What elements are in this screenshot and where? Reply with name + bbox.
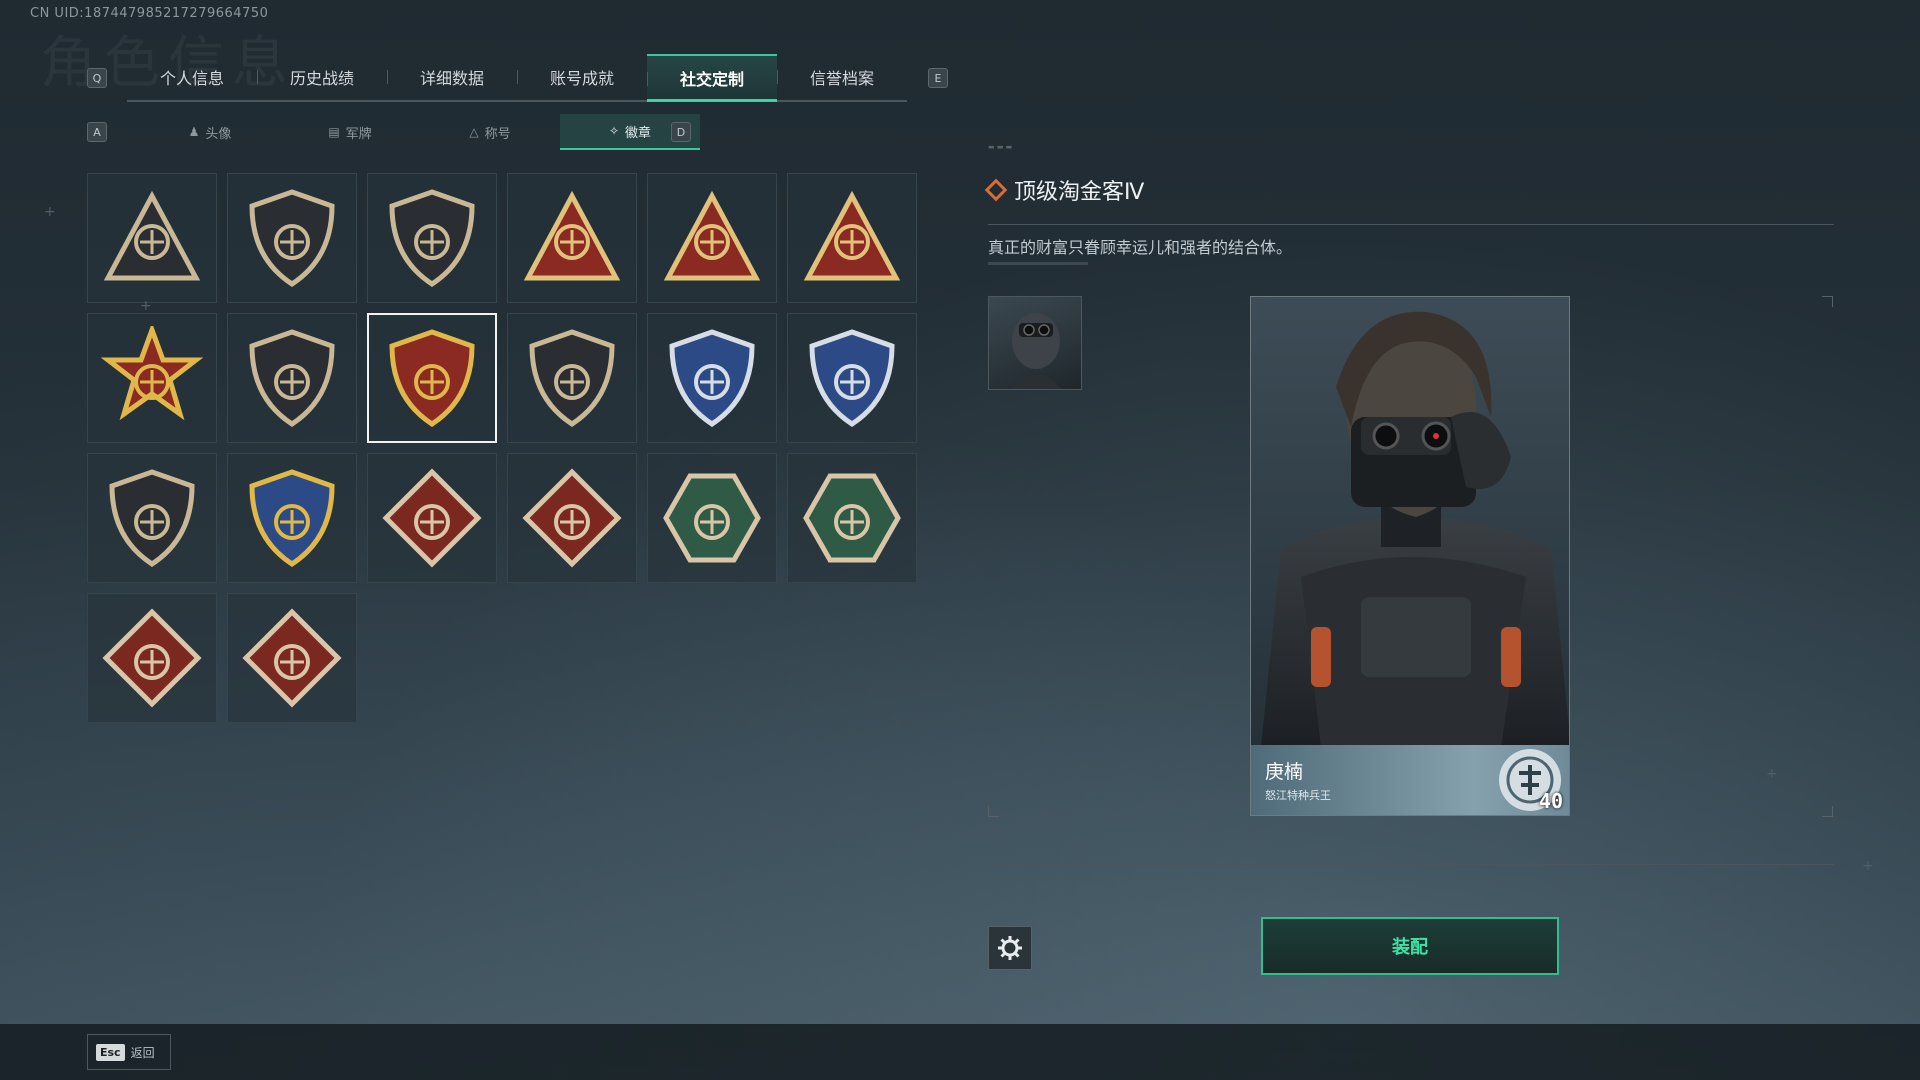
crosshair-deco-icon: +: [44, 204, 56, 220]
badge-slot[interactable]: [647, 313, 777, 443]
subtab-dogtag[interactable]: ▤ 军牌: [280, 114, 420, 150]
badge-slot[interactable]: [87, 453, 217, 583]
triangle-tower-icon: [803, 190, 901, 281]
equip-button[interactable]: 装配: [1261, 917, 1559, 975]
corner-bracket: [988, 806, 999, 817]
badge-slot[interactable]: [367, 313, 497, 443]
figure-hexagon-icon: [803, 473, 901, 563]
badge-slot[interactable]: [227, 313, 357, 443]
tab-achievements[interactable]: 账号成就: [517, 54, 647, 100]
badge-title-text: 顶级淘金客Ⅳ: [1014, 180, 1145, 205]
laurel-shield-icon: [389, 329, 475, 427]
settings-button[interactable]: [988, 926, 1032, 970]
badge-slot[interactable]: [787, 313, 917, 443]
key-hint-e[interactable]: E: [928, 68, 948, 88]
tab-credit-record[interactable]: 信誉档案: [777, 54, 907, 100]
main-tab-bar: 个人信息 历史战绩 详细数据 账号成就 社交定制 信誉档案: [127, 54, 907, 102]
tab-detailed-data[interactable]: 详细数据: [387, 54, 517, 100]
divider: [988, 224, 1834, 225]
crosshair-rifle-shield-icon: [669, 329, 755, 427]
crosshair-rifle-shield-icon: [809, 329, 895, 427]
diamond-icon: [984, 178, 1008, 202]
badge-slot[interactable]: [507, 453, 637, 583]
esc-key-hint: Esc: [96, 1043, 125, 1061]
tab-social-customize[interactable]: 社交定制: [647, 54, 777, 102]
dragon-diamond-icon: [102, 608, 202, 708]
triangle-nest-icon: [523, 190, 621, 281]
crosshair-deco-icon: +: [140, 298, 152, 314]
deco-text: ▬ ▬ ▬: [988, 143, 1013, 151]
badge-slot[interactable]: [227, 453, 357, 583]
star-skull-emblem-icon: [100, 326, 204, 421]
triangle-one-icon: [663, 190, 761, 281]
badge-slot[interactable]: [367, 173, 497, 303]
badge-description: 真正的财富只眷顾幸运儿和强者的结合体。: [988, 238, 1293, 257]
shield-helicopter-icon: [249, 189, 335, 287]
badge-icon: ✧: [608, 124, 620, 138]
back-button[interactable]: Esc 返回: [87, 1034, 171, 1070]
badge-slot[interactable]: [87, 593, 217, 723]
badge-slot[interactable]: [87, 313, 217, 443]
crosshair-deco-icon: +: [1862, 858, 1874, 874]
badge-slot[interactable]: [227, 593, 357, 723]
runner-diamond-icon: [242, 608, 342, 708]
plate-icon: ▤: [328, 125, 340, 139]
operator-subtitle: 怒江特种兵王: [1265, 789, 1331, 802]
operator-figure-icon: [1261, 311, 1569, 747]
back-label: 返回: [130, 1045, 155, 1060]
shield-wings-icon: [249, 329, 335, 427]
card-nameplate: 庚楠 怒江特种兵王 40: [1251, 745, 1569, 815]
key-hint-q[interactable]: Q: [87, 68, 107, 88]
corner-bracket: [1822, 296, 1833, 307]
badge-slot[interactable]: [227, 173, 357, 303]
badge-preview-avatar: [988, 296, 1082, 390]
badge-slot[interactable]: [507, 313, 637, 443]
badge-slot[interactable]: [507, 173, 637, 303]
crosshair-deco-icon: +: [1766, 766, 1778, 782]
badge-slot[interactable]: [787, 453, 917, 583]
subtab-avatar[interactable]: ♟ 头像: [140, 114, 280, 150]
operator-name: 庚楠: [1265, 761, 1304, 783]
badge-slot[interactable]: [647, 453, 777, 583]
operator-portrait-icon: [1010, 313, 1062, 389]
badge-slot[interactable]: [367, 453, 497, 583]
wolf-diamond-icon: [382, 468, 482, 568]
shield-rifle-icon: [109, 469, 195, 567]
tab-personal-info[interactable]: 个人信息: [127, 54, 257, 100]
subtab-title-label: 称号: [484, 126, 511, 142]
shield-dagger-icon: [389, 189, 475, 287]
shield-triangle-icon: [103, 190, 201, 281]
divider: [988, 864, 1834, 865]
operator-level: 40: [1538, 789, 1563, 813]
gear-icon: [998, 936, 1022, 960]
subtab-avatar-label: 头像: [205, 126, 232, 142]
footer-bar: [0, 1024, 1920, 1080]
corner-bracket: [1822, 806, 1833, 817]
badge-slot[interactable]: [647, 173, 777, 303]
description-underline: [988, 262, 1088, 265]
gold-crosshair-shield-icon: [249, 469, 335, 567]
operator-card: 庚楠 怒江特种兵王 40: [1250, 296, 1570, 816]
badge-slot[interactable]: [787, 173, 917, 303]
key-hint-d[interactable]: D: [671, 122, 691, 142]
key-hint-a[interactable]: A: [87, 122, 107, 142]
wolf-diamond-icon: [522, 468, 622, 568]
person-icon: ♟: [188, 125, 200, 139]
badge-slot[interactable]: [87, 173, 217, 303]
shield-gem-icon: [529, 329, 615, 427]
wasp-hexagon-icon: [663, 473, 761, 563]
badge-title: 顶级淘金客Ⅳ: [984, 174, 1145, 206]
subtab-badge-label: 徽章: [625, 125, 652, 141]
subtab-title[interactable]: △ 称号: [420, 114, 560, 150]
subtab-dogtag-label: 军牌: [345, 126, 372, 142]
tab-match-history[interactable]: 历史战绩: [257, 54, 387, 100]
sub-tab-bar: ♟ 头像 ▤ 军牌 △ 称号 ✧ 徽章: [140, 114, 700, 150]
title-icon: △: [469, 125, 479, 139]
